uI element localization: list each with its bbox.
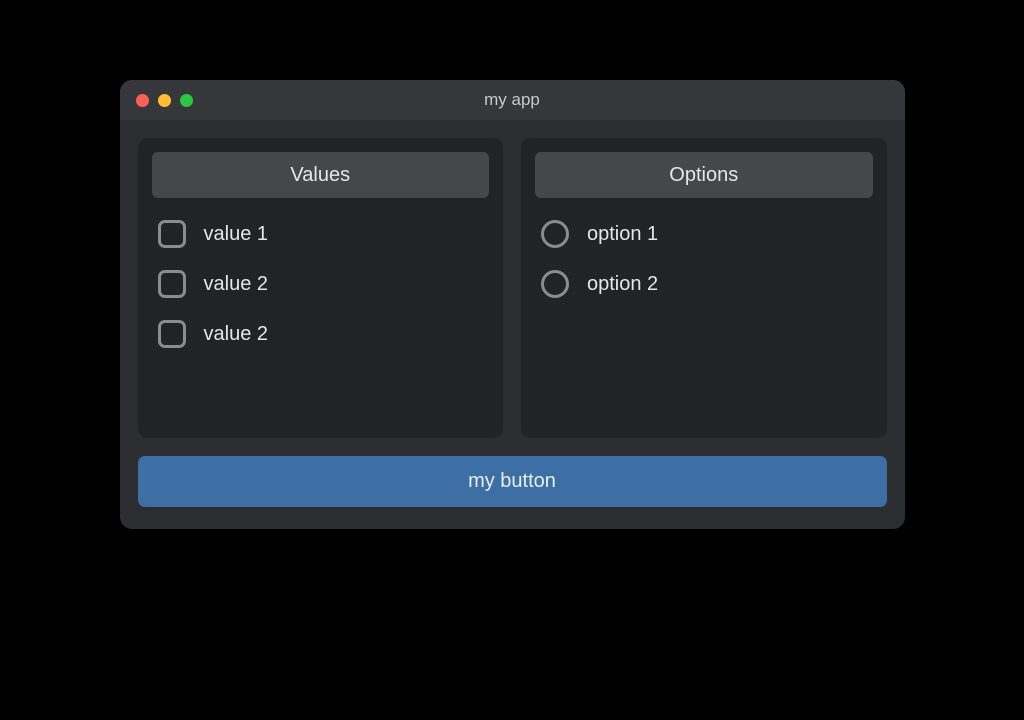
options-panel: Options option 1 option 2 (521, 138, 887, 438)
columns: Values value 1 value 2 value 2 (138, 138, 887, 438)
checkbox-item[interactable]: value 2 (158, 320, 490, 348)
options-panel-header: Options (535, 152, 873, 198)
radio-item[interactable]: option 2 (541, 270, 873, 298)
minimize-icon[interactable] (158, 94, 171, 107)
radio-label: option 2 (587, 273, 658, 296)
options-items: option 1 option 2 (535, 220, 873, 298)
maximize-icon[interactable] (180, 94, 193, 107)
checkbox-icon (158, 270, 186, 298)
app-window: my app Values value 1 value 2 val (120, 80, 905, 529)
checkbox-label: value 2 (204, 323, 269, 346)
radio-item[interactable]: option 1 (541, 220, 873, 248)
values-panel-header: Values (152, 152, 490, 198)
checkbox-icon (158, 320, 186, 348)
close-icon[interactable] (136, 94, 149, 107)
checkbox-item[interactable]: value 2 (158, 270, 490, 298)
checkbox-label: value 2 (204, 273, 269, 296)
checkbox-item[interactable]: value 1 (158, 220, 490, 248)
my-button[interactable]: my button (138, 456, 887, 507)
checkbox-icon (158, 220, 186, 248)
window-content: Values value 1 value 2 value 2 (120, 120, 905, 529)
values-panel: Values value 1 value 2 value 2 (138, 138, 504, 438)
window-title: my app (120, 90, 905, 110)
checkbox-label: value 1 (204, 223, 269, 246)
traffic-lights (136, 94, 193, 107)
titlebar: my app (120, 80, 905, 120)
radio-icon (541, 220, 569, 248)
radio-icon (541, 270, 569, 298)
values-items: value 1 value 2 value 2 (152, 220, 490, 348)
radio-label: option 1 (587, 223, 658, 246)
